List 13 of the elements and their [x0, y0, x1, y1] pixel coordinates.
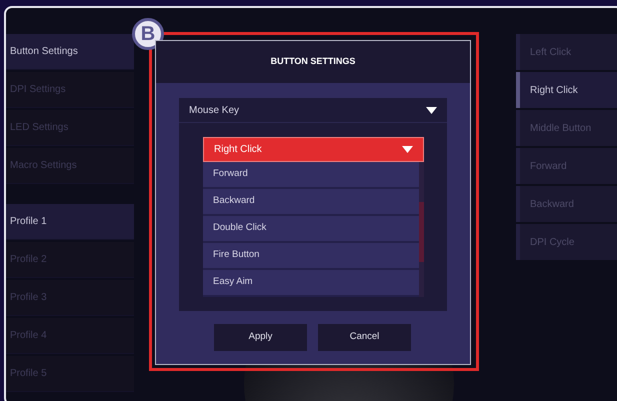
sidebar-item[interactable]: Button Settings	[6, 34, 134, 70]
dropdown[interactable]: Right Click	[203, 137, 424, 162]
sidebar-item[interactable]: Profile 1	[6, 204, 134, 240]
dialog-button[interactable]: Cancel	[318, 324, 411, 351]
dialog-title: BUTTON SETTINGS	[156, 41, 470, 83]
dropdown-option[interactable]: Fire Button	[203, 243, 419, 270]
section-header[interactable]: Mouse Key	[179, 98, 447, 123]
dropdown-option[interactable]: Forward	[203, 162, 419, 189]
dropdown-option[interactable]: Backward	[203, 189, 419, 216]
dropdown-option[interactable]: Double Click	[203, 216, 419, 243]
dialog-button[interactable]: Apply	[214, 324, 307, 351]
dropdown-option[interactable]: Easy Aim	[203, 270, 419, 297]
button-list-item[interactable]: Right Click	[516, 72, 617, 108]
